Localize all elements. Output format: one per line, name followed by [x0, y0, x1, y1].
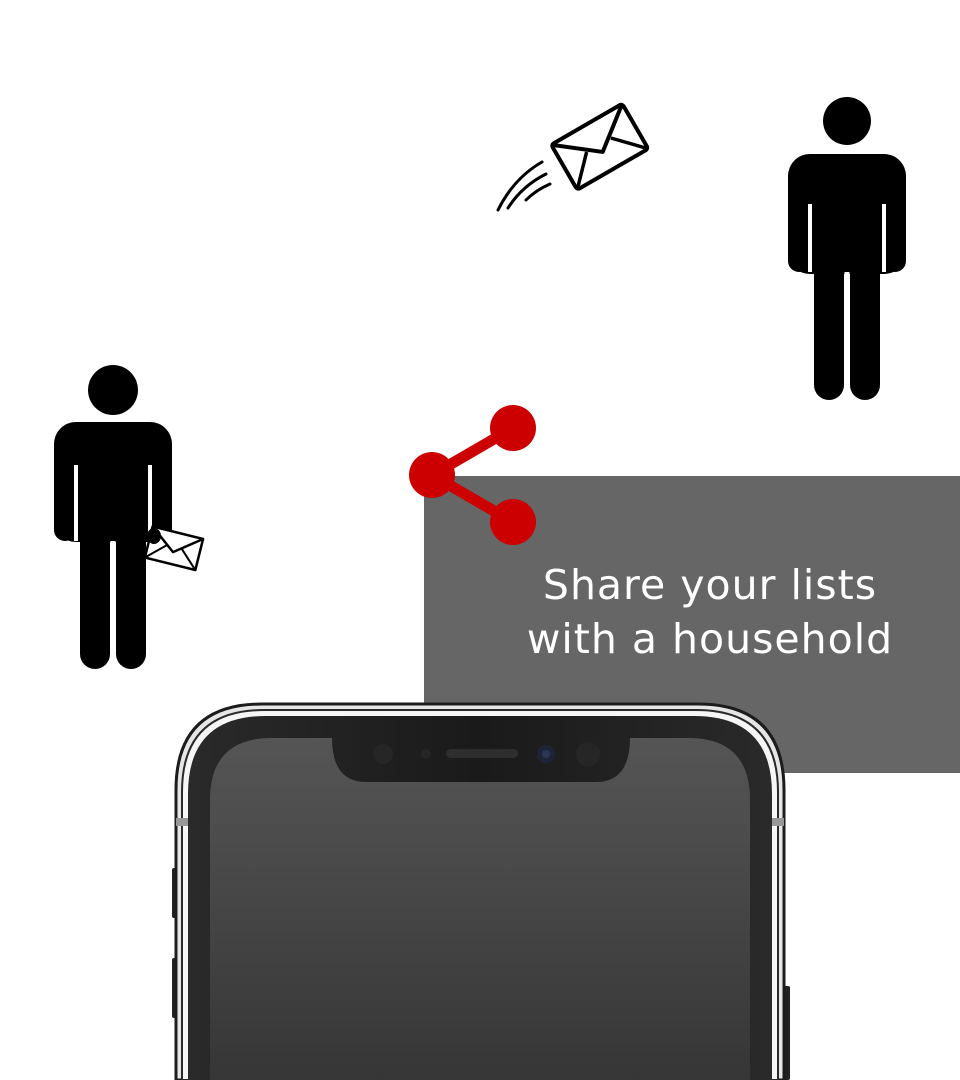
held-envelope-icon	[143, 525, 205, 572]
sender-person-icon	[54, 365, 172, 669]
caption-text: Share your lists with a household	[484, 558, 936, 666]
earpiece-speaker	[446, 749, 518, 758]
flying-envelope-icon	[496, 102, 650, 212]
caption-line-2: with a household	[526, 615, 894, 663]
smartphone-illustration	[172, 702, 790, 1080]
caption-line-1: Share your lists	[542, 561, 878, 609]
share-icon	[409, 405, 536, 545]
phone-screen	[210, 738, 750, 1080]
sensor-icon	[373, 744, 393, 764]
recipient-person-icon	[788, 97, 906, 400]
